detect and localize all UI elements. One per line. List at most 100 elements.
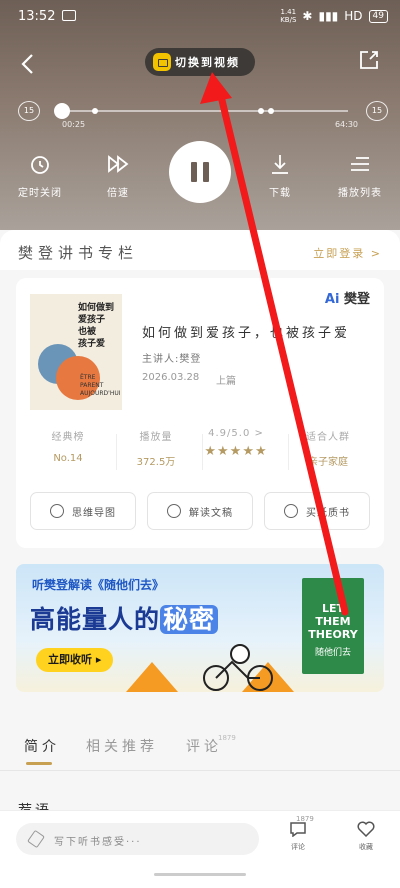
publish-date: 2026.03.28: [142, 372, 200, 383]
content-tabs: 简介 相关推荐 评论 1879: [0, 710, 400, 770]
fast-forward-icon: [108, 155, 129, 173]
download-button[interactable]: 下载: [248, 148, 312, 199]
book-actions: 思维导图 解读文稿 买纸质书: [30, 492, 370, 532]
rank-value: No.14: [53, 453, 83, 464]
part-label: 上篇: [216, 376, 236, 387]
divider: [0, 770, 400, 771]
playlist-icon: [351, 157, 369, 171]
network-speed: 1.41 KB/S: [280, 8, 297, 24]
rank-label: 经典榜: [51, 432, 85, 443]
bottom-bar: 写下听书感受··· 1879 评论 收藏: [0, 810, 400, 888]
bluetooth-icon: ✱: [302, 9, 313, 23]
brand-name: 樊登: [343, 292, 370, 307]
pause-icon: [191, 162, 197, 182]
favorite-label: 收藏: [359, 843, 373, 851]
comment-label: 评论: [291, 843, 305, 851]
listen-now-button[interactable]: 立即收听 ▸: [36, 648, 114, 672]
promo-banner[interactable]: 听樊登解读《随他们去》 高能量人的 秘密 立即收听 ▸ LET THEM THEO…: [16, 564, 384, 692]
book-title: 如何做到爱孩子，也被孩子爱: [142, 326, 351, 341]
comment-input[interactable]: 写下听书感受···: [16, 823, 259, 855]
login-link[interactable]: 立即登录 >: [313, 245, 382, 261]
comment-count: 1879: [296, 815, 314, 823]
active-tab-indicator: [26, 762, 52, 765]
transcript-icon: [167, 504, 181, 518]
lecturer: 主讲人:樊登: [142, 354, 202, 365]
download-icon: [272, 155, 288, 174]
tab-intro[interactable]: 简介: [24, 736, 60, 756]
timer-button[interactable]: 定时关闭: [8, 148, 72, 199]
book-thumbnail: LET THEM THEORY 随他们去: [302, 578, 364, 674]
transcript-label: 解读文稿: [189, 507, 233, 519]
favorite-button[interactable]: 收藏: [346, 821, 386, 852]
heart-icon: [357, 821, 375, 838]
chapter-marker: [258, 108, 264, 114]
audience-value: 亲子家庭: [308, 457, 348, 468]
comments-count: 1879: [218, 734, 236, 742]
brand-ai-mark: Ai: [324, 292, 340, 307]
tv-icon: [153, 53, 171, 71]
skip-back-button[interactable]: 15: [18, 101, 40, 121]
tent-illustration: [126, 662, 178, 692]
cover-title: 如何做到 爱孩子 也被 孩子爱: [78, 303, 115, 349]
rating-stat[interactable]: 4.9/5.0 > ★★★★★: [186, 428, 286, 459]
comment-icon: [290, 822, 306, 838]
playlist-button[interactable]: 播放列表: [328, 148, 392, 199]
book-stats: 经典榜 No.14 播放量 372.5万 4.9/5.0 > ★★★★★ 适合人…: [16, 428, 384, 488]
mindmap-label: 思维导图: [72, 507, 116, 519]
battery-indicator: 49: [368, 9, 388, 23]
pause-icon: [203, 162, 209, 182]
timer-label: 定时关闭: [18, 188, 62, 199]
book-card: 如何做到 爱孩子 也被 孩子爱 ÊTRE PARENT AUJOURD'HUI …: [16, 278, 384, 548]
status-time: 13:52: [18, 9, 56, 24]
chapter-marker: [268, 108, 274, 114]
book-thumbnail-cn: 随他们去: [314, 648, 351, 658]
book-cover[interactable]: 如何做到 爱孩子 也被 孩子爱 ÊTRE PARENT AUJOURD'HUI: [30, 294, 122, 410]
tab-comments[interactable]: 评论: [186, 736, 222, 756]
tab-related[interactable]: 相关推荐: [86, 736, 158, 756]
rating-stars: ★★★★★: [204, 444, 268, 459]
network-type: HD: [344, 9, 363, 23]
switch-to-video-label: 切换到视频: [175, 56, 240, 69]
mindmap-button[interactable]: 思维导图: [30, 492, 136, 530]
share-icon[interactable]: [358, 49, 380, 71]
message-icon: [62, 10, 76, 21]
plays-label: 播放量: [139, 432, 173, 443]
speed-button[interactable]: 倍速: [86, 148, 150, 199]
banner-headline-highlight: 秘密: [160, 605, 219, 634]
column-title: 樊登讲书专栏: [18, 244, 139, 262]
switch-to-video-button[interactable]: 切换到视频: [145, 48, 255, 76]
status-right: 1.41 KB/S ✱ ▮▮▮ HD 49: [280, 8, 388, 24]
plays-stat: 播放量 372.5万: [116, 428, 196, 468]
banner-subtitle: 听樊登解读《随他们去》: [32, 578, 165, 592]
audience-label: 适合人群: [306, 432, 350, 443]
buy-book-label: 买纸质书: [306, 507, 350, 519]
progress-knob[interactable]: [54, 103, 70, 119]
column-header: 樊登讲书专栏 立即登录 >: [0, 230, 400, 270]
buy-book-button[interactable]: 买纸质书: [264, 492, 370, 530]
comment-button[interactable]: 1879 评论: [278, 815, 318, 852]
pen-icon: [27, 829, 45, 849]
cart-icon: [284, 504, 298, 518]
rating-label: 4.9/5.0 >: [208, 428, 264, 439]
mindmap-icon: [50, 504, 64, 518]
rank-stat[interactable]: 经典榜 No.14: [28, 428, 108, 464]
skip-forward-button[interactable]: 15: [366, 101, 388, 121]
plays-value: 372.5万: [136, 457, 176, 468]
cover-foreign-title: ÊTRE PARENT AUJOURD'HUI: [80, 374, 121, 397]
dog-on-bike-illustration: [203, 644, 273, 691]
chapter-marker: [92, 108, 98, 114]
playlist-label: 播放列表: [338, 188, 382, 199]
status-bar: 13:52 1.41 KB/S ✱ ▮▮▮ HD 49: [0, 0, 400, 32]
player-header: 13:52 1.41 KB/S ✱ ▮▮▮ HD 49 切换到视频 15 00:…: [0, 0, 400, 230]
back-icon[interactable]: [18, 52, 38, 76]
home-indicator: [154, 873, 246, 876]
progress-track[interactable]: [58, 110, 348, 112]
progress-area: 15 00:25 64:30 15: [18, 98, 388, 129]
time-current: 00:25: [62, 120, 86, 129]
banner-headline: 高能量人的 秘密: [30, 600, 219, 636]
download-label: 下载: [269, 188, 291, 199]
brand-logo: Ai 樊登: [325, 288, 370, 307]
time-total: 64:30: [334, 120, 358, 129]
pause-button[interactable]: [169, 141, 231, 203]
transcript-button[interactable]: 解读文稿: [147, 492, 253, 530]
